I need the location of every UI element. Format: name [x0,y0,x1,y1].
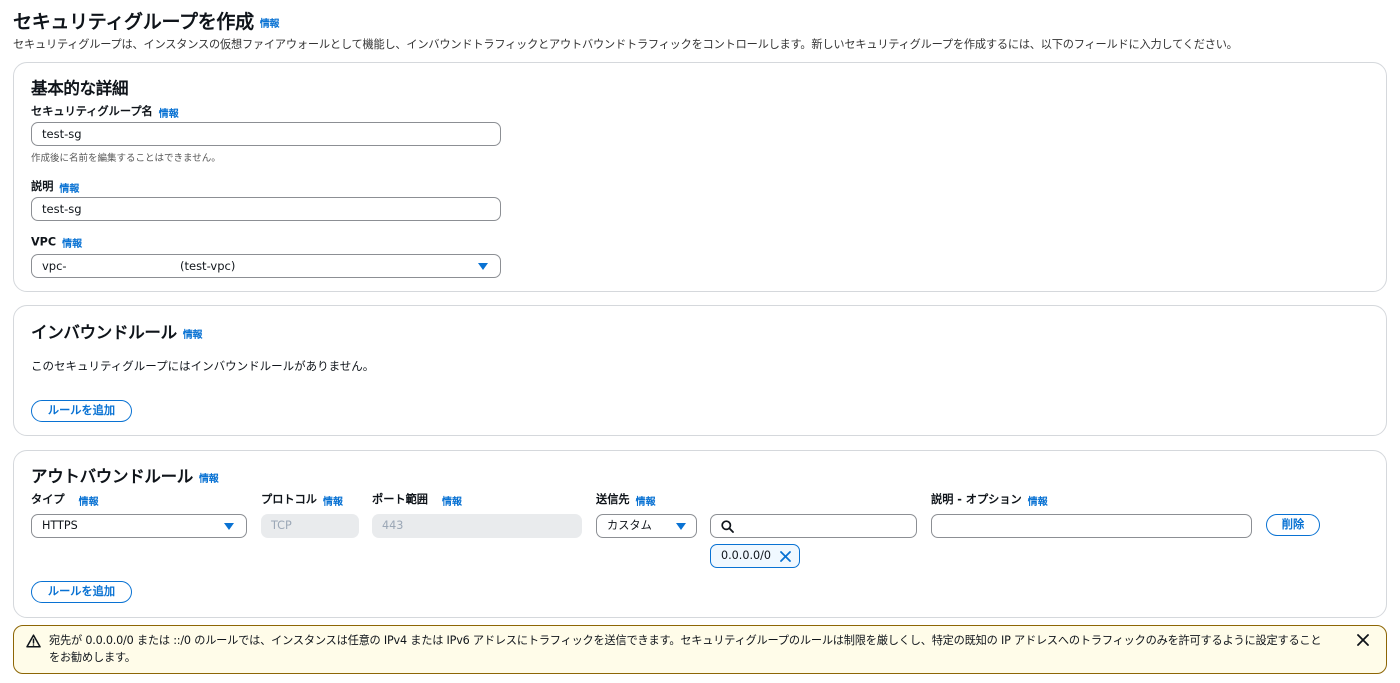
col-desc-text: 説明 - オプション [931,493,1022,506]
inbound-rules-title: インバウンドルール 情報 [31,319,203,343]
inbound-rules-title-text: インバウンドルール [31,323,177,342]
outbound-info-link[interactable]: 情報 [199,474,219,485]
protocol-field: TCP [261,514,359,538]
outbound-add-rule-button[interactable]: ルールを追加 [31,581,132,603]
inbound-empty-message: このセキュリティグループにはインバウンドルールがありません。 [31,359,375,373]
description-label: 説明 情報 [31,178,79,195]
protocol-info-link[interactable]: 情報 [323,497,343,508]
basic-details-panel: 基本的な詳細 セキュリティグループ名 情報 test-sg 作成後に名前を編集する… [13,62,1387,292]
close-icon[interactable] [1357,634,1369,646]
dest-info-link[interactable]: 情報 [636,497,656,508]
sg-name-input[interactable]: test-sg [31,122,501,146]
vpc-label: VPC 情報 [31,235,82,251]
sg-name-label: セキュリティグループ名 情報 [31,103,179,120]
warning-icon [26,634,41,648]
vpc-label-text: VPC [31,235,57,249]
destination-cidr-value: 0.0.0.0/0 [721,549,772,562]
destination-select[interactable]: カスタム [596,514,697,538]
col-dest-text: 送信先 [596,493,630,506]
page-description: セキュリティグループは、インスタンスの仮想ファイアウォールとして機能し、インバウ… [13,38,1238,51]
sg-name-info-link[interactable]: 情報 [159,109,179,120]
vpc-name: (test-vpc) [180,259,236,273]
outbound-rules-title-text: アウトバウンドルール [31,467,194,486]
col-protocol-text: プロトコル [261,493,317,506]
vpc-info-link[interactable]: 情報 [62,239,82,250]
col-port-label: ポート範囲 情報 [372,491,462,508]
destination-cidr-token: 0.0.0.0/0 [710,544,800,568]
chevron-down-icon [478,263,488,270]
sg-name-hint: 作成後に名前を編集することはできません。 [31,153,221,164]
col-protocol-label: プロトコル 情報 [261,491,343,508]
vpc-prefix: vpc- [42,259,67,273]
vpc-select[interactable]: vpc- (test-vpc) [31,254,501,278]
destination-search-input[interactable] [710,514,917,538]
type-info-link[interactable]: 情報 [79,497,99,508]
port-info-link[interactable]: 情報 [442,497,462,508]
type-value: HTTPS [42,519,78,532]
sg-name-label-text: セキュリティグループ名 [31,105,153,118]
col-port-text: ポート範囲 [372,493,428,506]
page-title-text: セキュリティグループを作成 [13,11,254,33]
port-range-field: 443 [372,514,582,538]
search-icon [721,520,734,533]
desc-info-link[interactable]: 情報 [1028,497,1048,508]
warning-alert: 宛先が 0.0.0.0/0 または ::/0 のルールでは、インスタンスは任意の… [13,625,1387,674]
outbound-rules-title: アウトバウンドルール 情報 [31,463,219,487]
info-link[interactable]: 情報 [260,19,280,30]
outbound-rules-panel: アウトバウンドルール 情報 タイプ 情報 プロトコル 情報 ポート範囲 情報 送信先 情報… [13,450,1387,618]
page-title: セキュリティグループを作成 情報 [13,7,280,34]
destination-value: カスタム [607,519,652,532]
col-type-text: タイプ [31,493,65,506]
warning-message: 宛先が 0.0.0.0/0 または ::/0 のルールでは、インスタンスは任意の… [49,634,1322,664]
basic-details-title: 基本的な詳細 [31,79,129,98]
col-type-label: タイプ 情報 [31,491,99,508]
col-desc-label: 説明 - オプション 情報 [931,491,1048,508]
type-select[interactable]: HTTPS [31,514,247,538]
delete-rule-button[interactable]: 削除 [1266,514,1320,536]
col-dest-label: 送信先 情報 [596,491,656,508]
chevron-down-icon [224,523,234,530]
description-input[interactable]: test-sg [31,197,501,221]
inbound-add-rule-button[interactable]: ルールを追加 [31,400,132,422]
description-info-link[interactable]: 情報 [59,184,79,195]
description-label-text: 説明 [31,180,54,193]
chevron-down-icon [676,523,686,530]
close-icon[interactable] [780,551,791,562]
rule-description-input[interactable] [931,514,1252,538]
inbound-info-link[interactable]: 情報 [183,330,203,341]
inbound-rules-panel: インバウンドルール 情報 このセキュリティグループにはインバウンドルールがありませ… [13,305,1387,436]
